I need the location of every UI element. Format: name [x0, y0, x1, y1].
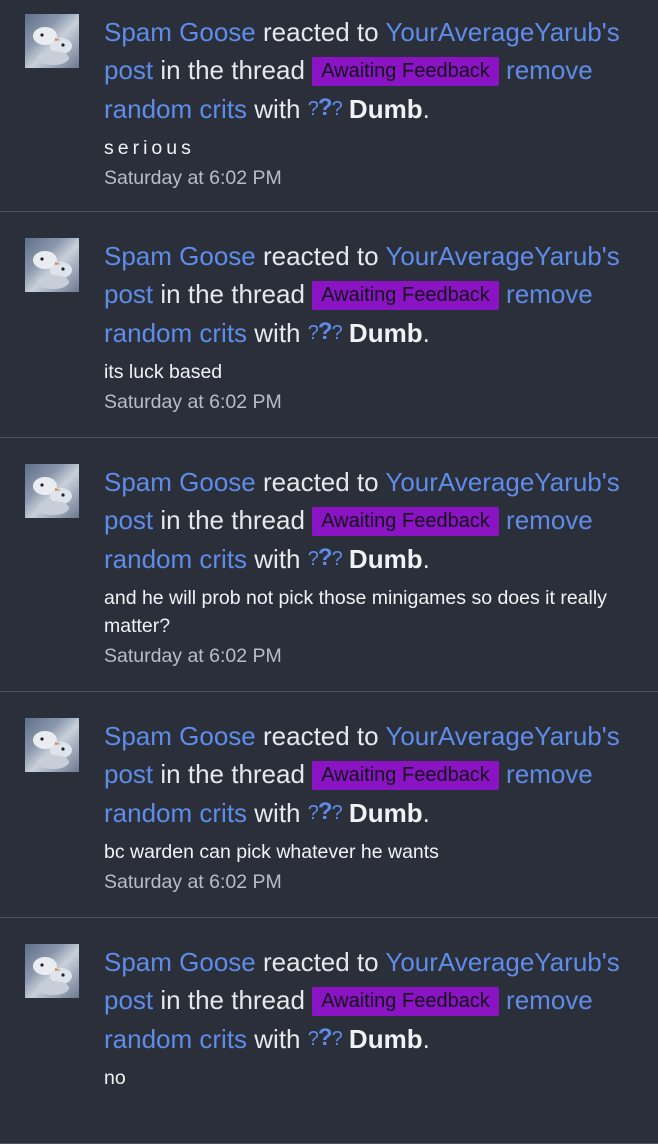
question-marks-icon: ??? — [307, 798, 343, 825]
alert-headline: Spam Goose reacted to YourAverageYarub's… — [104, 718, 638, 833]
target-username-link[interactable]: YourAverageYarub's — [385, 467, 619, 497]
actor-username-link[interactable]: Spam Goose — [104, 467, 256, 497]
actor-username-link[interactable]: Spam Goose — [104, 721, 256, 751]
post-link[interactable]: post — [104, 505, 153, 535]
thread-prefix-badge: Awaiting Feedback — [312, 56, 499, 86]
thread-title-part2: random crits — [104, 798, 248, 828]
alert-item[interactable]: Spam Goose reacted to YourAverageYarub's… — [0, 212, 658, 438]
alert-item[interactable]: Spam Goose reacted to YourAverageYarub's… — [0, 918, 658, 1144]
in-thread-text: in the thread — [160, 504, 305, 535]
post-snippet: no — [104, 1066, 126, 1089]
alert-timestamp[interactable]: Saturday at 6:02 PM — [104, 640, 638, 672]
reaction-wrap: Dumb. — [348, 1024, 430, 1054]
alert-item[interactable]: Spam Goose reacted to YourAverageYarub's… — [0, 0, 658, 212]
alert-headline: Spam Goose reacted to YourAverageYarub's… — [104, 944, 638, 1059]
post-link[interactable]: post — [104, 759, 153, 789]
thread-title-part1: remove — [506, 504, 593, 535]
alert-headline: Spam Goose reacted to YourAverageYarub's… — [104, 464, 638, 579]
target-username-link[interactable]: YourAverageYarub's — [385, 17, 619, 47]
alert-headline: Spam Goose reacted to YourAverageYarub's… — [104, 238, 638, 353]
reaction-name: Dumb — [348, 1024, 423, 1054]
actor-username-link[interactable]: Spam Goose — [104, 17, 256, 47]
verb-text: reacted to — [262, 17, 379, 47]
thread-title-part2: random crits — [104, 94, 248, 124]
question-marks-icon: ??? — [307, 318, 343, 345]
post-link[interactable]: post — [104, 55, 153, 85]
post-snippet: and he will prob not pick those minigame… — [104, 586, 607, 637]
reaction-wrap: Dumb. — [348, 544, 430, 574]
thread-title-part1: remove — [506, 984, 593, 1015]
thread-title-part2: random crits — [104, 318, 248, 348]
verb-text: reacted to — [262, 467, 379, 497]
user-avatar[interactable] — [25, 14, 79, 68]
with-text: with — [254, 318, 301, 348]
thread-title-part1: remove — [506, 758, 593, 789]
question-marks-icon: ??? — [307, 544, 343, 571]
thread-title-part2: random crits — [104, 1024, 248, 1054]
reaction-wrap: Dumb. — [348, 798, 430, 828]
thread-prefix-badge: Awaiting Feedback — [312, 280, 499, 310]
actor-username-link[interactable]: Spam Goose — [104, 947, 256, 977]
alert-timestamp[interactable]: Saturday at 6:02 PM — [104, 386, 638, 418]
user-avatar[interactable] — [25, 944, 79, 998]
reaction-wrap: Dumb. — [348, 318, 430, 348]
with-text: with — [254, 798, 301, 828]
post-snippet: serious — [104, 136, 195, 159]
question-marks-icon: ??? — [307, 94, 343, 121]
reaction-name: Dumb — [348, 798, 423, 828]
with-text: with — [254, 94, 301, 124]
post-link[interactable]: post — [104, 279, 153, 309]
alert-timestamp[interactable]: Saturday at 6:02 PM — [104, 162, 638, 194]
post-link[interactable]: post — [104, 985, 153, 1015]
alerts-feed: Spam Goose reacted to YourAverageYarub's… — [0, 0, 658, 1144]
user-avatar[interactable] — [25, 238, 79, 292]
thread-prefix-badge: Awaiting Feedback — [312, 986, 499, 1016]
alert-item[interactable]: Spam Goose reacted to YourAverageYarub's… — [0, 438, 658, 692]
question-marks-icon: ??? — [307, 1024, 343, 1051]
user-avatar[interactable] — [25, 718, 79, 772]
thread-title-part1: remove — [506, 54, 593, 85]
alert-timestamp[interactable]: Saturday at 6:02 PM — [104, 866, 638, 898]
actor-username-link[interactable]: Spam Goose — [104, 241, 256, 271]
reaction-name: Dumb — [348, 94, 423, 124]
verb-text: reacted to — [262, 947, 379, 977]
reaction-wrap: Dumb. — [348, 94, 430, 124]
alert-headline: Spam Goose reacted to YourAverageYarub's… — [104, 14, 638, 129]
reaction-name: Dumb — [348, 318, 423, 348]
in-thread-text: in the thread — [160, 758, 305, 789]
with-text: with — [254, 1024, 301, 1054]
reaction-name: Dumb — [348, 544, 423, 574]
thread-title-part2: random crits — [104, 544, 248, 574]
post-snippet: bc warden can pick whatever he wants — [104, 840, 439, 863]
in-thread-text: in the thread — [160, 278, 305, 309]
post-snippet: its luck based — [104, 360, 223, 383]
alert-item[interactable]: Spam Goose reacted to YourAverageYarub's… — [0, 692, 658, 918]
verb-text: reacted to — [262, 721, 379, 751]
target-username-link[interactable]: YourAverageYarub's — [385, 721, 619, 751]
target-username-link[interactable]: YourAverageYarub's — [385, 947, 619, 977]
with-text: with — [254, 544, 301, 574]
thread-prefix-badge: Awaiting Feedback — [312, 760, 499, 790]
in-thread-text: in the thread — [160, 54, 305, 85]
user-avatar[interactable] — [25, 464, 79, 518]
in-thread-text: in the thread — [160, 984, 305, 1015]
target-username-link[interactable]: YourAverageYarub's — [385, 241, 619, 271]
verb-text: reacted to — [262, 241, 379, 271]
thread-prefix-badge: Awaiting Feedback — [312, 506, 499, 536]
thread-title-part1: remove — [506, 278, 593, 309]
